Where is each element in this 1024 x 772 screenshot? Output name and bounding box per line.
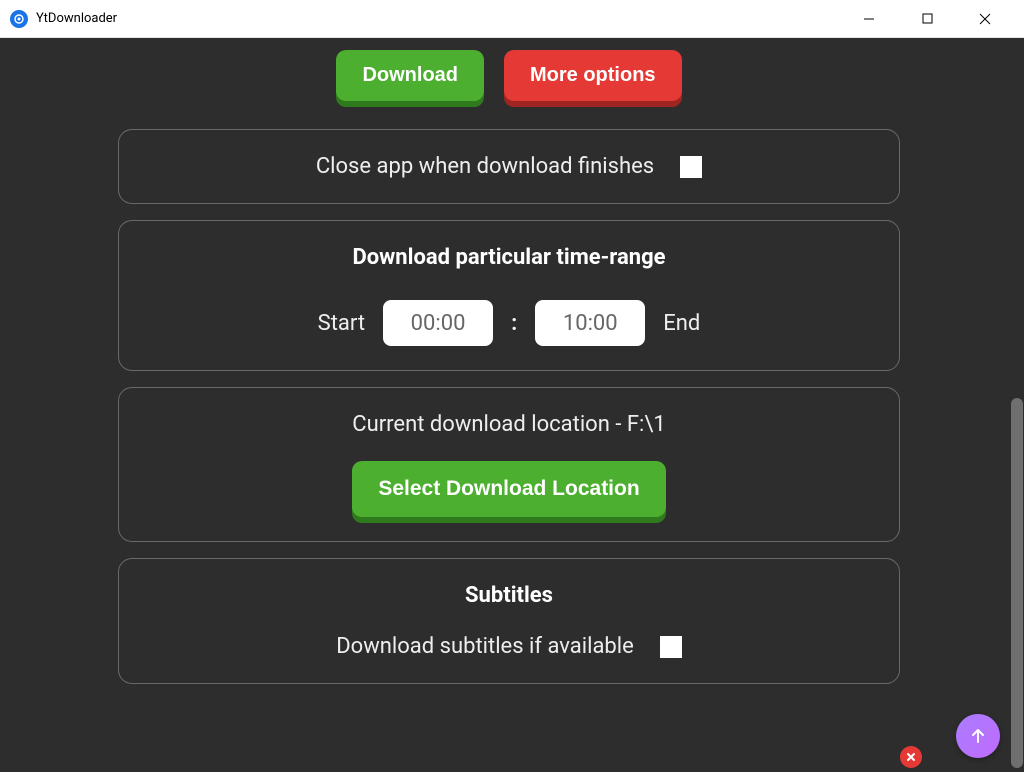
end-time-input[interactable] — [535, 300, 645, 346]
action-buttons-row: Download More options — [118, 38, 900, 101]
titlebar: YtDownloader — [0, 0, 1024, 38]
more-options-button[interactable]: More options — [504, 50, 682, 101]
start-label: Start — [318, 311, 365, 336]
scrollbar-thumb[interactable] — [1011, 398, 1023, 768]
download-location-path: F:\1 — [627, 412, 666, 437]
window-title: YtDownloader — [36, 11, 840, 26]
minimize-button[interactable] — [840, 0, 898, 38]
close-window-button[interactable] — [956, 0, 1014, 38]
scroll-to-top-button[interactable] — [956, 714, 1000, 758]
window-controls — [840, 0, 1014, 38]
end-label: End — [663, 311, 700, 336]
download-button[interactable]: Download — [336, 50, 484, 101]
app-body: Download More options Close app when dow… — [0, 38, 1024, 772]
time-separator: : — [511, 311, 517, 336]
subtitles-panel: Subtitles Download subtitles if availabl… — [118, 558, 900, 684]
download-location-text: Current download location - F:\1 — [139, 412, 879, 437]
close-on-finish-panel: Close app when download finishes — [118, 129, 900, 204]
main-content: Download More options Close app when dow… — [8, 38, 1010, 772]
subtitles-checkbox[interactable] — [660, 636, 682, 658]
maximize-button[interactable] — [898, 0, 956, 38]
select-location-button[interactable]: Select Download Location — [352, 461, 665, 517]
close-badge-icon[interactable] — [900, 746, 922, 768]
download-location-panel: Current download location - F:\1 Select … — [118, 387, 900, 542]
arrow-up-icon — [968, 726, 988, 746]
close-on-finish-label: Close app when download finishes — [316, 154, 654, 179]
start-time-input[interactable] — [383, 300, 493, 346]
subtitles-download-label: Download subtitles if available — [336, 634, 634, 659]
time-range-panel: Download particular time-range Start : E… — [118, 220, 900, 371]
subtitles-title: Subtitles — [139, 583, 879, 608]
close-on-finish-checkbox[interactable] — [680, 156, 702, 178]
scrollbar-track[interactable] — [1010, 38, 1024, 772]
time-range-title: Download particular time-range — [139, 245, 879, 270]
download-location-prefix: Current download location - — [352, 412, 627, 437]
sidebar-sliver — [0, 38, 6, 772]
app-icon — [10, 10, 28, 28]
